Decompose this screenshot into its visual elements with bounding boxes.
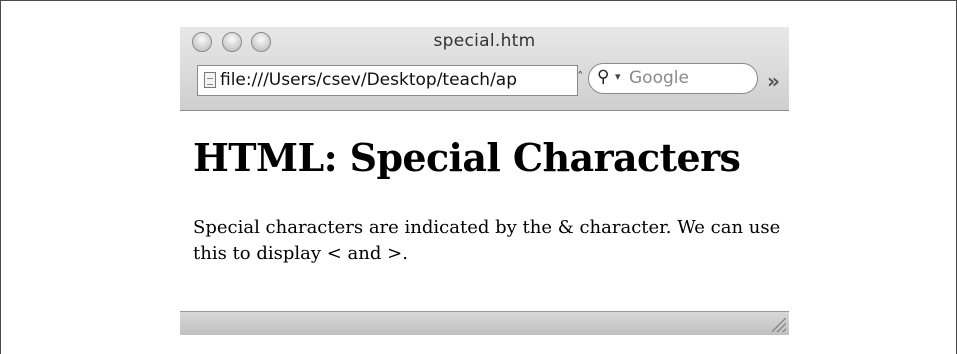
search-icon[interactable]: ⚲ — [597, 67, 609, 87]
browser-window: special.htm file:///Users/csev/Desktop/t… — [180, 27, 789, 335]
page-paragraph: Special characters are indicated by the … — [193, 217, 781, 264]
status-bar — [180, 311, 789, 335]
page-icon — [204, 72, 216, 88]
chevron-down-icon[interactable]: ▾ — [615, 70, 621, 83]
address-text[interactable]: file:///Users/csev/Desktop/teach/ap — [220, 70, 517, 90]
page-heading: HTML: Special Characters — [193, 135, 741, 180]
toolbar-overflow-icon[interactable]: » — [767, 69, 780, 93]
browser-toolbar: special.htm file:///Users/csev/Desktop/t… — [180, 27, 789, 111]
search-field[interactable]: ⚲ ▾ Google — [588, 63, 758, 94]
search-placeholder[interactable]: Google — [629, 68, 689, 88]
chevron-up-icon[interactable]: ˆ — [577, 71, 584, 86]
window-title: special.htm — [433, 31, 536, 51]
resize-grip-icon[interactable] — [772, 318, 786, 332]
address-bar[interactable]: file:///Users/csev/Desktop/teach/ap — [197, 65, 578, 96]
